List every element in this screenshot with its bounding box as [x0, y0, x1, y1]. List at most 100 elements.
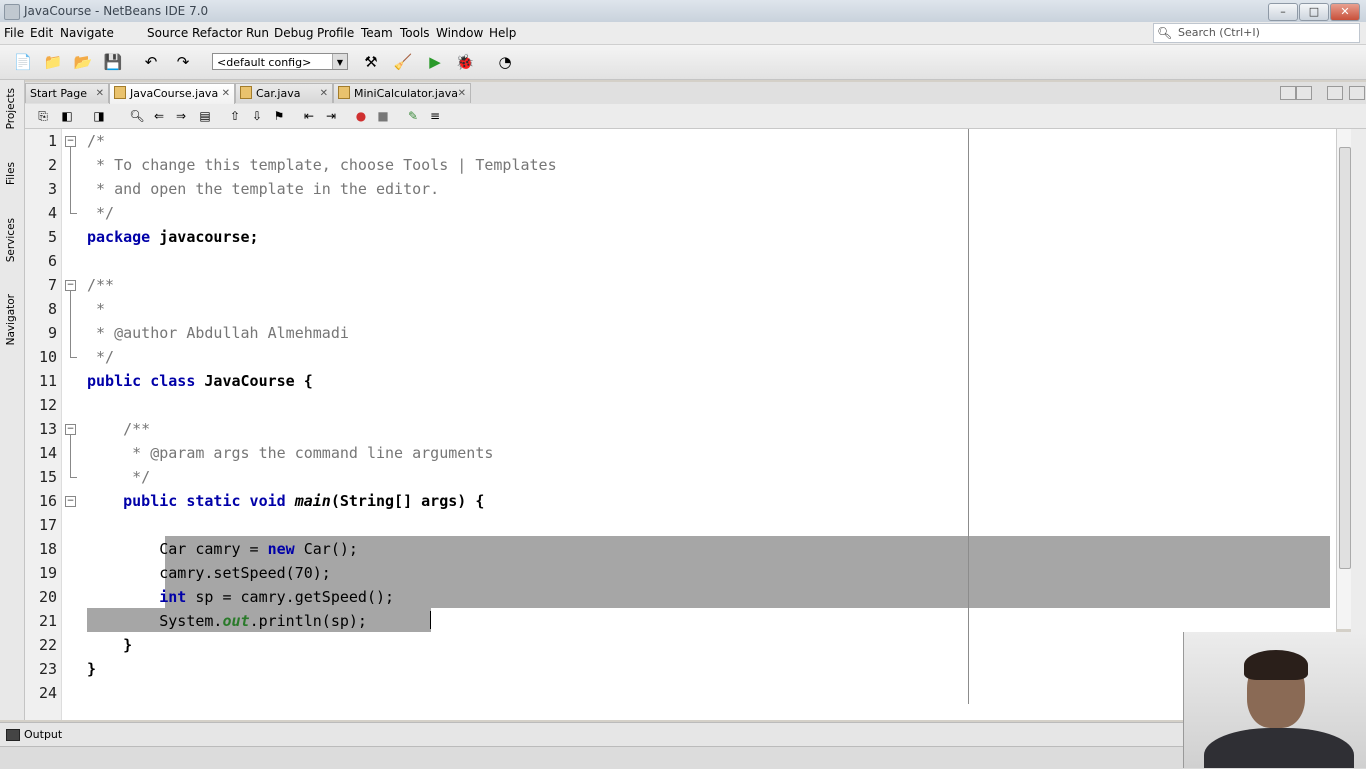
new-file-icon[interactable]: 📄: [12, 52, 34, 72]
code-line: public static void main(String[] args) {: [123, 492, 485, 510]
menu-file[interactable]: File: [4, 26, 24, 40]
close-icon[interactable]: ✕: [320, 84, 328, 104]
close-icon[interactable]: ✕: [222, 84, 230, 104]
tab-label: Car.java: [256, 87, 301, 100]
clean-build-icon[interactable]: 🧹: [392, 52, 414, 72]
output-panel-bar[interactable]: Output: [0, 722, 1366, 747]
line-number: 21: [38, 612, 57, 630]
line-number: 10: [38, 348, 57, 366]
maximize-window-icon[interactable]: [1349, 86, 1365, 100]
line-number: 23: [38, 660, 57, 678]
show-opened-documents-icon[interactable]: [1327, 86, 1343, 100]
tab-label: MiniCalculator.java: [354, 87, 458, 100]
line-number: 18: [38, 540, 57, 558]
previous-bookmark-icon[interactable]: ⇧: [227, 108, 243, 124]
fold-toggle-icon[interactable]: −: [65, 424, 76, 435]
menu-team[interactable]: Team: [361, 26, 393, 40]
tab-car-java[interactable]: Car.java ✕: [235, 83, 333, 103]
undo-icon[interactable]: ↶: [140, 52, 162, 72]
menu-help[interactable]: Help: [489, 26, 516, 40]
close-icon[interactable]: ✕: [96, 84, 104, 104]
status-bar: [0, 746, 1366, 769]
find-next-icon[interactable]: ⇒: [173, 108, 189, 124]
menu-run[interactable]: Run: [246, 26, 269, 40]
scroll-tabs-left-icon[interactable]: [1280, 86, 1296, 100]
minimize-button[interactable]: –: [1268, 3, 1298, 21]
line-number: 8: [47, 300, 57, 318]
editor-tabs: Start Page ✕ JavaCourse.java ✕ Car.java …: [25, 82, 1366, 105]
forward-icon[interactable]: ◨: [91, 108, 107, 124]
toggle-bookmark-icon[interactable]: ⚑: [271, 108, 287, 124]
menu-profile[interactable]: Profile: [317, 26, 354, 40]
next-bookmark-icon[interactable]: ⇩: [249, 108, 265, 124]
search-placeholder: Search (Ctrl+I): [1178, 26, 1260, 39]
line-number: 15: [38, 468, 57, 486]
back-icon[interactable]: ◧: [59, 108, 75, 124]
new-project-icon[interactable]: 📁: [42, 52, 64, 72]
menu-debug[interactable]: Debug: [274, 26, 313, 40]
line-number: 24: [38, 684, 57, 702]
scroll-tabs-right-icon[interactable]: [1296, 86, 1312, 100]
java-file-icon: [114, 86, 126, 99]
menu-navigate[interactable]: Navigate: [60, 26, 114, 40]
toggle-highlight-icon[interactable]: ▤: [197, 108, 213, 124]
start-macro-icon[interactable]: ●: [353, 108, 369, 124]
stop-macro-icon[interactable]: ■: [375, 108, 391, 124]
tab-start-page[interactable]: Start Page ✕: [25, 83, 109, 103]
fold-toggle-icon[interactable]: −: [65, 496, 76, 507]
projects-tab[interactable]: Projects: [1, 88, 23, 148]
build-hammer-icon[interactable]: ⚒: [360, 52, 382, 72]
save-all-icon[interactable]: 💾: [102, 52, 124, 72]
code-line: */: [87, 468, 151, 486]
tab-minicalculator-java[interactable]: MiniCalculator.java ✕: [333, 83, 471, 103]
fold-toggle-icon[interactable]: −: [65, 136, 76, 147]
shift-left-icon[interactable]: ⇤: [301, 108, 317, 124]
vertical-scrollbar[interactable]: [1336, 129, 1352, 629]
debug-icon[interactable]: 🐞: [454, 52, 476, 72]
scrollbar-thumb[interactable]: [1339, 147, 1351, 569]
open-project-icon[interactable]: 📂: [72, 52, 94, 72]
files-tab[interactable]: Files: [1, 162, 23, 208]
find-selection-icon[interactable]: 🔍︎: [129, 108, 145, 124]
shift-right-icon[interactable]: ⇥: [323, 108, 339, 124]
fold-guide: [70, 291, 71, 357]
menu-window[interactable]: Window: [436, 26, 483, 40]
close-icon[interactable]: ✕: [458, 84, 466, 104]
redo-icon[interactable]: ↷: [172, 52, 194, 72]
profile-icon[interactable]: ◔: [494, 52, 516, 72]
navigator-tab-label: Navigator: [5, 294, 17, 346]
configuration-select[interactable]: <default config> ▼: [212, 53, 348, 70]
code-editor[interactable]: 1 2 3 4 5 6 7 8 9 10 11 12 13 14 15 16 1…: [25, 129, 1336, 720]
services-tab[interactable]: Services: [1, 218, 23, 280]
search-icon: 🔍︎: [1157, 26, 1173, 40]
code-line: int sp = camry.getSpeed();: [159, 588, 395, 606]
projects-tab-label: Projects: [5, 88, 17, 130]
tab-label: Start Page: [30, 87, 87, 100]
tab-javacourse-java[interactable]: JavaCourse.java ✕: [109, 83, 235, 104]
comment-icon[interactable]: ✎: [405, 108, 421, 124]
code-line: * To change this template, choose Tools …: [87, 156, 557, 174]
line-number: 7: [47, 276, 57, 294]
close-window-button[interactable]: ✕: [1330, 3, 1360, 21]
tab-label: JavaCourse.java: [130, 87, 219, 100]
code-line: public class JavaCourse {: [87, 372, 313, 390]
line-number: 1: [47, 132, 57, 150]
run-icon[interactable]: ▶: [424, 52, 446, 72]
line-number: 19: [38, 564, 57, 582]
services-tab-label: Services: [5, 218, 17, 263]
fold-toggle-icon[interactable]: −: [65, 280, 76, 291]
menu-source[interactable]: Source: [147, 26, 188, 40]
navigator-tab[interactable]: Navigator: [1, 294, 23, 360]
line-number: 13: [38, 420, 57, 438]
maximize-button[interactable]: □: [1299, 3, 1329, 21]
presenter-hair: [1244, 650, 1308, 680]
uncomment-icon[interactable]: ≡: [427, 108, 443, 124]
line-number: 9: [47, 324, 57, 342]
find-previous-icon[interactable]: ⇐: [151, 108, 167, 124]
menu-refactor[interactable]: Refactor: [192, 26, 242, 40]
search-input[interactable]: 🔍︎ Search (Ctrl+I): [1153, 23, 1360, 43]
menu-tools[interactable]: Tools: [400, 26, 430, 40]
menu-edit[interactable]: Edit: [30, 26, 53, 40]
last-edit-icon[interactable]: ⎘: [35, 108, 51, 124]
line-number: 14: [38, 444, 57, 462]
